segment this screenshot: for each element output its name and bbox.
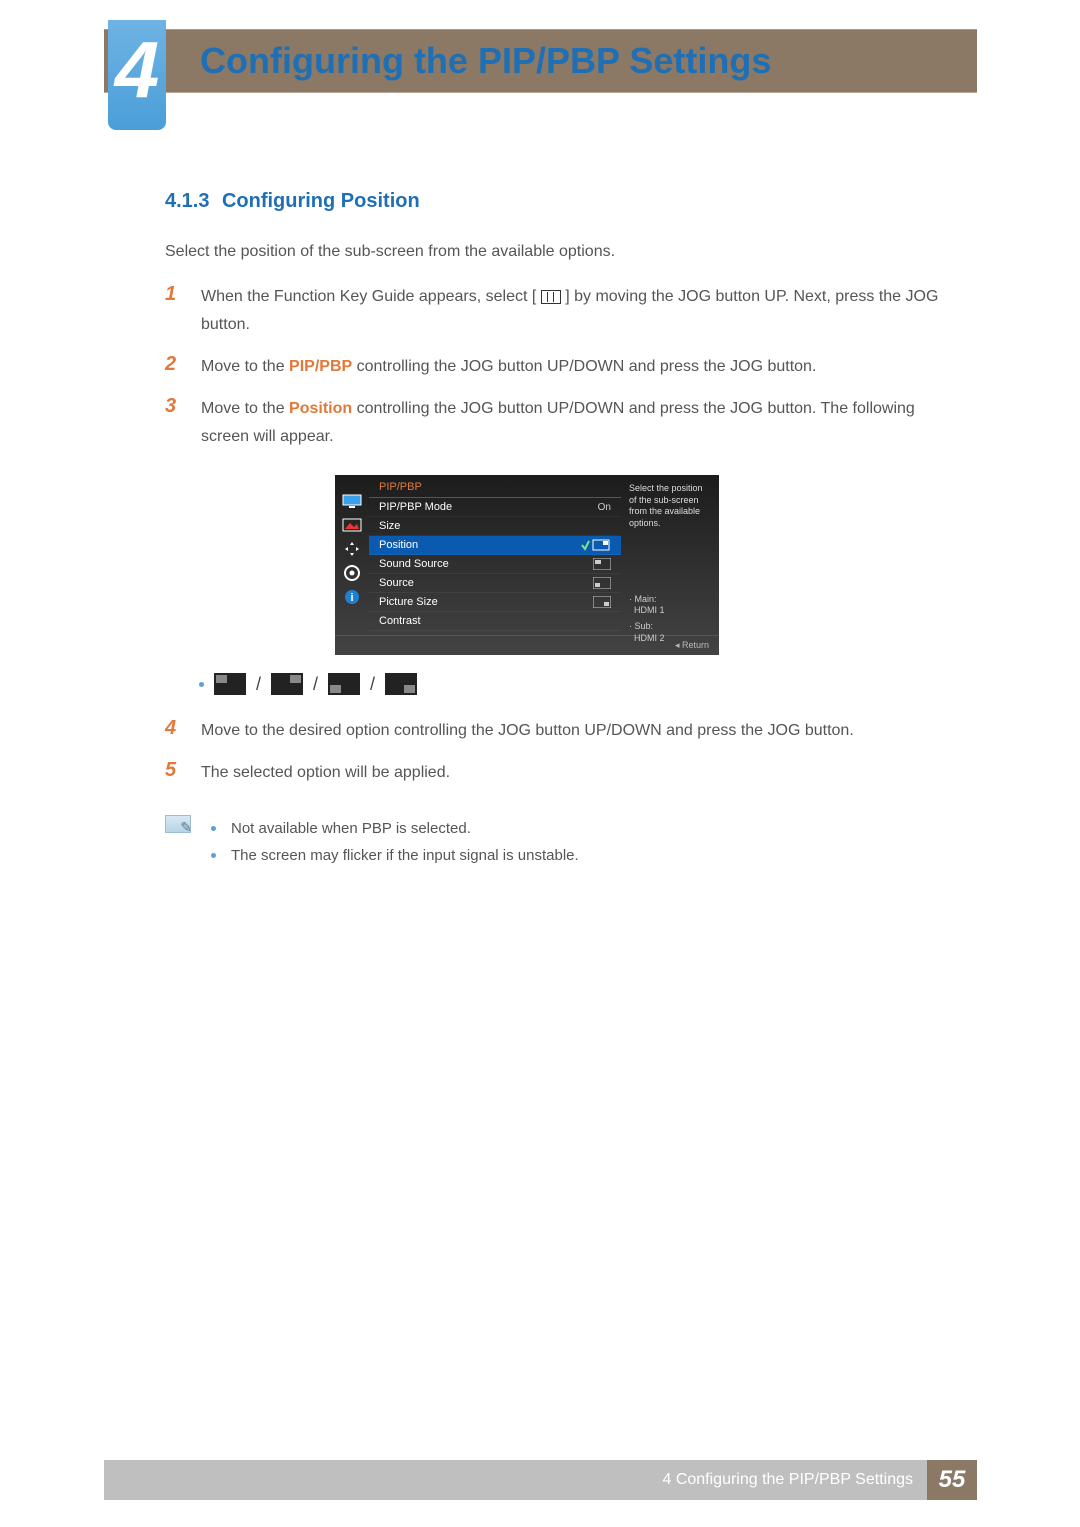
osd-label: PIP/PBP Mode xyxy=(379,501,598,513)
pip-icon xyxy=(593,577,611,589)
chapter-title: Configuring the PIP/PBP Settings xyxy=(200,40,771,82)
position-options: / / / xyxy=(199,673,940,695)
monitor-icon xyxy=(341,493,363,509)
position-bottom-left-icon xyxy=(328,673,360,695)
check-icon xyxy=(581,538,611,552)
position-bottom-right-icon xyxy=(385,673,417,695)
pip-icon xyxy=(593,558,611,570)
step-number: 3 xyxy=(165,395,183,451)
osd-label: Source xyxy=(379,577,573,589)
step-number: 4 xyxy=(165,717,183,745)
separator: / xyxy=(256,674,261,695)
page-footer: 4 Configuring the PIP/PBP Settings 55 xyxy=(104,1460,977,1500)
separator: / xyxy=(370,674,375,695)
step-number: 5 xyxy=(165,759,183,787)
bullet-icon xyxy=(199,682,204,687)
footer-text: 4 Configuring the PIP/PBP Settings xyxy=(662,1471,913,1489)
osd-label: Size xyxy=(379,520,611,532)
keyword: Position xyxy=(289,400,352,417)
picture-icon xyxy=(341,517,363,533)
osd-row-sound: Sound Source xyxy=(369,555,621,574)
gear-icon xyxy=(341,565,363,581)
step-body: The selected option will be applied. xyxy=(201,759,940,787)
note-item: Not available when PBP is selected. xyxy=(207,815,579,842)
osd-row-size: Size xyxy=(369,517,621,536)
step-2: 2 Move to the PIP/PBP controlling the JO… xyxy=(165,353,940,381)
keyword: PIP/PBP xyxy=(289,358,352,375)
osd-label: Contrast xyxy=(379,615,611,627)
osd-row-picsize: Picture Size xyxy=(369,593,621,612)
step-body: When the Function Key Guide appears, sel… xyxy=(201,283,940,339)
step-body: Move to the Position controlling the JOG… xyxy=(201,395,940,451)
position-top-right-icon xyxy=(271,673,303,695)
step-number: 2 xyxy=(165,353,183,381)
steps-list: 1 When the Function Key Guide appears, s… xyxy=(165,283,940,451)
arrows-icon xyxy=(341,541,363,557)
svg-text:i: i xyxy=(350,592,353,604)
position-top-left-icon xyxy=(214,673,246,695)
osd-info-panel: Select the position of the sub-screen fr… xyxy=(621,475,719,635)
osd-row-contrast: Contrast xyxy=(369,612,621,631)
step-text: controlling the JOG button UP/DOWN and p… xyxy=(352,358,816,375)
step-1: 1 When the Function Key Guide appears, s… xyxy=(165,283,940,339)
pip-icon xyxy=(593,596,611,608)
step-body: Move to the PIP/PBP controlling the JOG … xyxy=(201,353,940,381)
osd-return-label: Return xyxy=(682,640,709,650)
step-text: When the Function Key Guide appears, sel… xyxy=(201,288,536,305)
step-body: Move to the desired option controlling t… xyxy=(201,717,940,745)
osd-sidebar: i xyxy=(335,475,369,635)
step-text: Move to the xyxy=(201,358,289,375)
step-number: 1 xyxy=(165,283,183,339)
osd-info-text: Select the position of the sub-screen fr… xyxy=(629,483,711,530)
note-icon xyxy=(165,815,191,833)
content-area: 4.1.3 Configuring Position Select the po… xyxy=(165,190,940,869)
steps-list-cont: 4 Move to the desired option controlling… xyxy=(165,717,940,787)
osd-heading: PIP/PBP xyxy=(369,481,621,498)
osd-main: PIP/PBP PIP/PBP Mode On Size Position So… xyxy=(369,475,621,635)
osd-main-source: · Main: HDMI 1 xyxy=(629,594,711,617)
intro-text: Select the position of the sub-screen fr… xyxy=(165,243,940,261)
page-number: 55 xyxy=(927,1460,977,1500)
section-number: 4.1.3 xyxy=(165,190,209,212)
note-item: The screen may flicker if the input sign… xyxy=(207,842,579,869)
osd-screenshot: i PIP/PBP PIP/PBP Mode On Size Position xyxy=(335,475,719,655)
osd-row-source: Source xyxy=(369,574,621,593)
step-text: Move to the xyxy=(201,400,289,417)
osd-value: On xyxy=(598,502,611,513)
section-title: Configuring Position xyxy=(222,190,420,212)
section-heading: 4.1.3 Configuring Position xyxy=(165,190,940,213)
osd-label: Picture Size xyxy=(379,596,573,608)
step-3: 3 Move to the Position controlling the J… xyxy=(165,395,940,451)
menu-icon xyxy=(541,290,561,304)
separator: / xyxy=(313,674,318,695)
note-list: Not available when PBP is selected. The … xyxy=(207,815,579,869)
step-4: 4 Move to the desired option controlling… xyxy=(165,717,940,745)
osd-row-mode: PIP/PBP Mode On xyxy=(369,498,621,517)
info-icon: i xyxy=(341,589,363,605)
osd-row-position-selected: Position xyxy=(369,536,621,555)
osd-label: Position xyxy=(379,539,561,551)
step-5: 5 The selected option will be applied. xyxy=(165,759,940,787)
return-arrow-icon: ◂ xyxy=(675,640,680,650)
notes-block: Not available when PBP is selected. The … xyxy=(165,815,940,869)
osd-label: Sound Source xyxy=(379,558,573,570)
chapter-badge: 4 xyxy=(108,20,166,130)
